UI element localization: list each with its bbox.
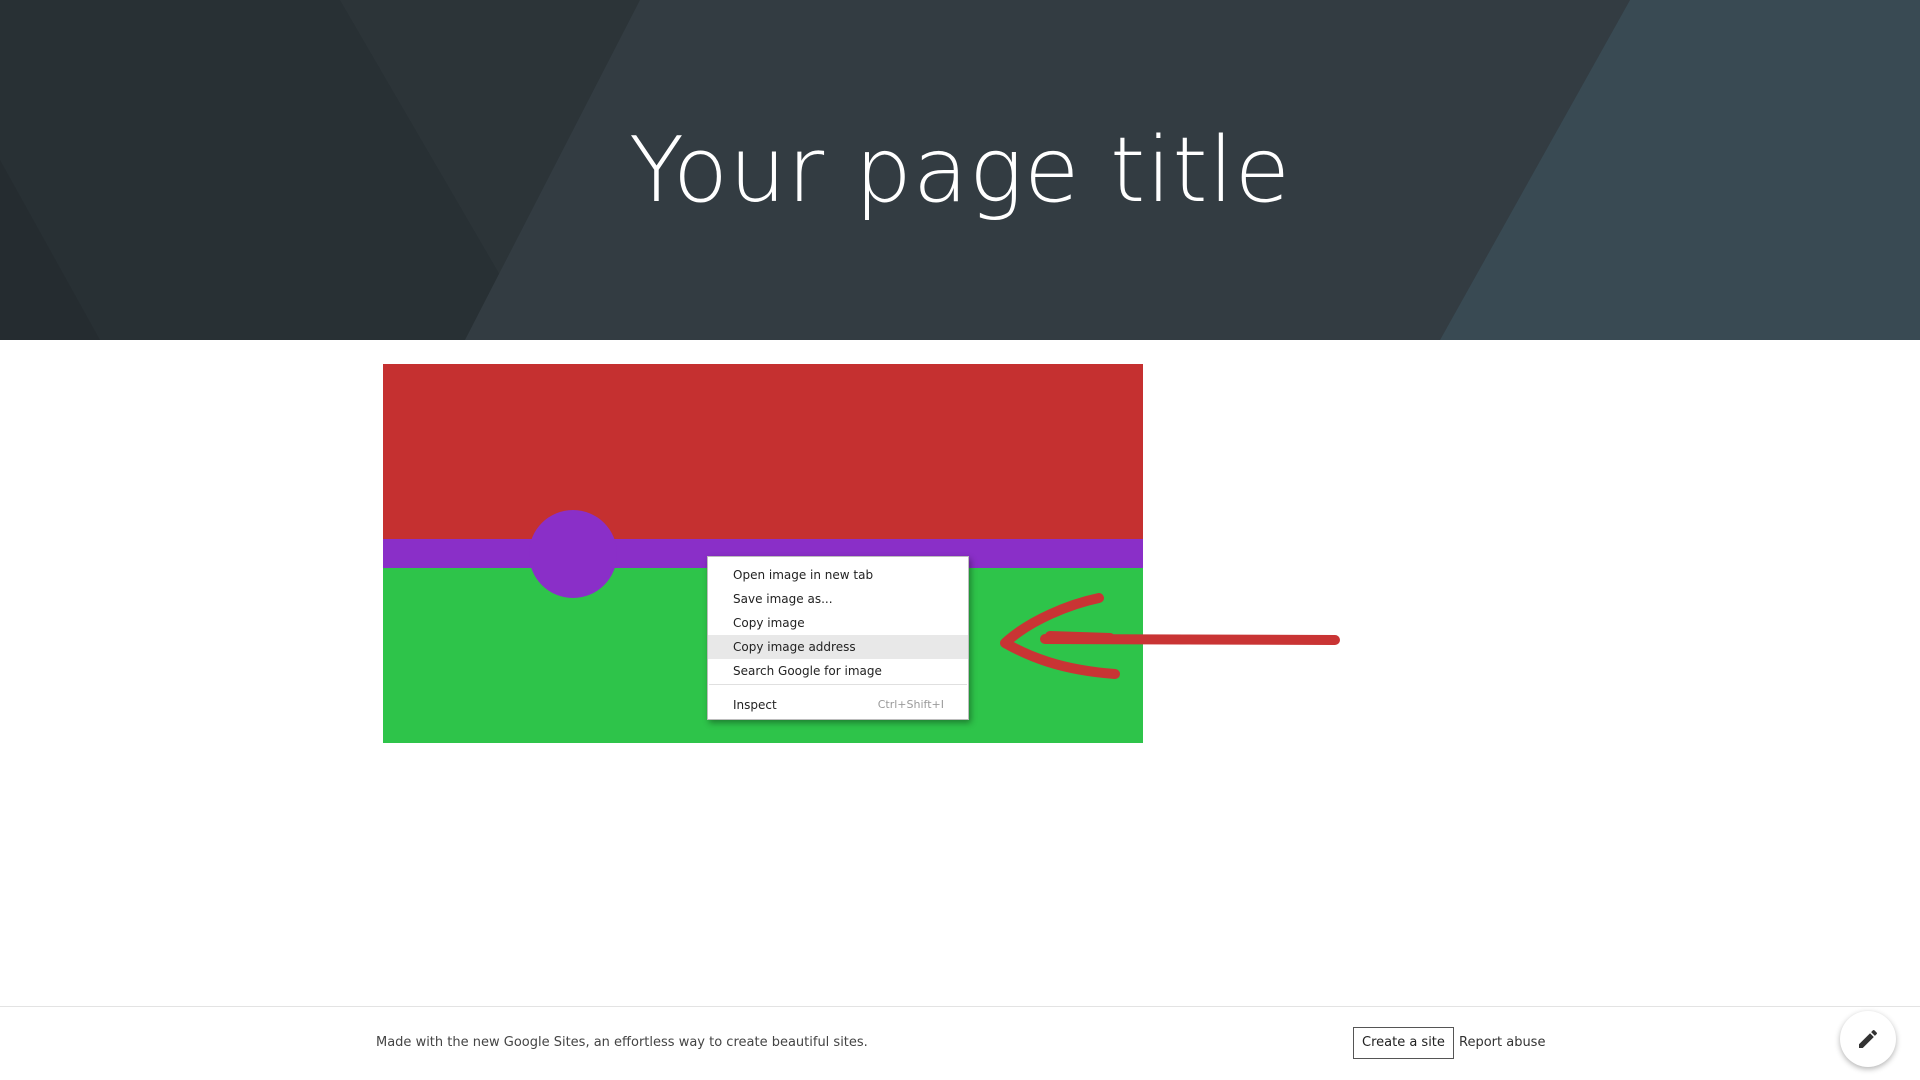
create-site-button[interactable]: Create a site <box>1353 1027 1454 1059</box>
page-header: Your page title <box>0 0 1920 340</box>
menu-separator <box>709 684 967 685</box>
context-menu: Open image in new tab Save image as... C… <box>707 556 969 720</box>
footer-divider <box>0 1006 1920 1007</box>
menu-item-inspect-label: Inspect <box>733 698 777 712</box>
hand-drawn-arrow-icon <box>1000 593 1340 679</box>
menu-item-copy-image-address[interactable]: Copy image address <box>708 635 968 659</box>
page-title: Your page title <box>629 118 1291 223</box>
menu-item-save-image-as[interactable]: Save image as... <box>708 587 968 611</box>
purple-circle <box>529 510 617 598</box>
report-abuse-link[interactable]: Report abuse <box>1459 1035 1545 1050</box>
red-band <box>383 364 1143 539</box>
footer-text: Made with the new Google Sites, an effor… <box>376 1035 868 1050</box>
pencil-icon <box>1859 1029 1878 1048</box>
inspect-shortcut: Ctrl+Shift+I <box>877 698 944 711</box>
menu-item-search-google-for-image[interactable]: Search Google for image <box>708 659 968 683</box>
menu-item-copy-image[interactable]: Copy image <box>708 611 968 635</box>
menu-item-open-image-new-tab[interactable]: Open image in new tab <box>708 563 968 587</box>
menu-item-inspect[interactable]: Inspect Ctrl+Shift+I <box>708 693 968 717</box>
edit-button[interactable] <box>1840 1011 1896 1067</box>
page: Your page title Open image in new tab Sa… <box>0 0 1920 1080</box>
